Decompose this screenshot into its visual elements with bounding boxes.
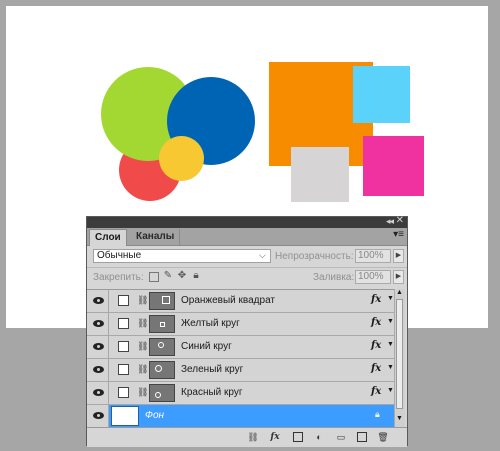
fx-icon[interactable]: fx [371,363,381,374]
expand-arrow-icon[interactable]: ▼ [387,387,394,394]
lock-brush-icon[interactable]: ✎ [163,271,173,281]
expand-arrow-icon[interactable]: ▼ [387,295,394,302]
pink-square [363,136,424,196]
light-blue-square [353,66,410,123]
blend-mode-select[interactable]: Обычные [93,249,271,263]
layer-checkbox[interactable] [118,387,129,398]
eye-icon[interactable] [93,343,104,350]
panel-title-bar[interactable]: ◂◂ ✕ [87,215,407,228]
lock-all-icon[interactable]: 🔒︎ [191,271,201,281]
expand-arrow-icon[interactable]: ▼ [387,364,394,371]
fx-icon[interactable]: fx [371,317,381,328]
layer-row[interactable]: ⛓︎ Оранжевый квадрат fx ▼ [87,290,397,313]
layer-thumbnail [111,406,139,426]
layer-row[interactable]: ⛓︎ Синий круг fx ▼ [87,336,397,359]
fill-label: Заливка: [313,272,355,283]
tab-channels[interactable]: Каналы [131,229,181,245]
collapse-icon[interactable]: ◂◂ [386,216,394,227]
panel-tabs: Слои Каналы ▾≡ [87,228,407,246]
add-mask-icon[interactable] [293,432,303,442]
layer-checkbox[interactable] [118,341,129,352]
layer-name[interactable]: Синий круг [181,341,232,352]
eye-icon[interactable] [93,366,104,373]
lock-transparency-icon[interactable] [149,272,159,282]
lock-row: Закрепить: ✎ ✥ 🔒︎ Заливка: 100% ▶ [87,267,407,288]
new-group-folder-icon[interactable]: ▭ [335,431,347,443]
panel-menu-icon[interactable]: ▾≡ [393,229,404,240]
layer-checkbox[interactable] [118,318,129,329]
lock-label: Закрепить: [93,272,144,283]
scroll-down-icon[interactable]: ▼ [396,415,403,422]
layer-thumbnail [149,315,175,333]
tab-layers[interactable]: Слои [89,229,127,246]
scroll-up-icon[interactable]: ▲ [396,289,403,296]
lock-icon: 🔒︎ [375,409,380,419]
opacity-input[interactable]: 100% [355,249,391,263]
lock-move-icon[interactable]: ✥ [177,271,187,281]
fill-input[interactable]: 100% [355,270,391,284]
layer-row[interactable]: ⛓︎ Красный круг fx ▼ [87,382,397,405]
layer-name[interactable]: Красный круг [181,387,243,398]
layer-row[interactable]: ⛓︎ Желтый круг fx ▼ [87,313,397,336]
link-icon: ⛓︎ [137,318,149,328]
new-layer-icon[interactable] [357,432,367,442]
expand-arrow-icon[interactable]: ▼ [387,341,394,348]
layer-checkbox[interactable] [118,295,129,306]
link-icon: ⛓︎ [137,364,149,374]
yellow-circle [159,136,204,181]
layer-thumbnail [149,361,175,379]
layer-row-background[interactable]: Фон 🔒︎ [87,405,397,428]
layers-scrollbar[interactable]: ▲ ▼ [394,289,405,427]
link-icon: ⛓︎ [137,387,149,397]
scroll-thumb[interactable] [396,299,403,409]
opacity-arrow-icon[interactable]: ▶ [393,249,404,263]
fx-icon[interactable]: fx [371,386,381,397]
gray-square [291,147,349,202]
eye-icon[interactable] [93,297,104,304]
adjustment-layer-icon[interactable]: ◐ [313,431,325,443]
fill-arrow-icon[interactable]: ▶ [393,270,404,284]
close-icon[interactable]: ✕ [396,215,404,226]
blend-row: Обычные ⌵ Непрозрачность: 100% ▶ [87,247,407,267]
link-icon: ⛓︎ [137,341,149,351]
opacity-label: Непрозрачность: [275,251,354,262]
layer-name[interactable]: Оранжевый квадрат [181,295,275,306]
eye-icon[interactable] [93,412,104,419]
layer-name[interactable]: Зеленый круг [181,364,243,375]
add-style-fx-icon[interactable]: fx [269,431,281,443]
fx-icon[interactable]: fx [371,294,381,305]
layer-name[interactable]: Желтый круг [181,318,240,329]
link-layers-icon[interactable]: ⛓︎ [247,431,259,443]
eye-icon[interactable] [93,320,104,327]
layer-row[interactable]: ⛓︎ Зеленый круг fx ▼ [87,359,397,382]
chevron-down-icon[interactable]: ⌵ [259,250,266,261]
layers-list: ⛓︎ Оранжевый квадрат fx ▼ ⛓︎ Желтый круг… [87,289,397,428]
panel-bottom-bar: ⛓︎ fx ◐ ▭ 🗑︎ [87,427,407,447]
layer-checkbox[interactable] [118,364,129,375]
layer-thumbnail [149,384,175,402]
link-icon: ⛓︎ [137,295,149,305]
trash-icon[interactable]: 🗑︎ [377,431,389,443]
fx-icon[interactable]: fx [371,340,381,351]
layers-panel: ◂◂ ✕ Слои Каналы ▾≡ Обычные ⌵ Непрозрачн… [86,215,408,447]
layer-thumbnail [149,292,175,310]
layer-thumbnail [149,338,175,356]
expand-arrow-icon[interactable]: ▼ [387,318,394,325]
eye-icon[interactable] [93,389,104,396]
layer-name[interactable]: Фон [145,410,164,421]
